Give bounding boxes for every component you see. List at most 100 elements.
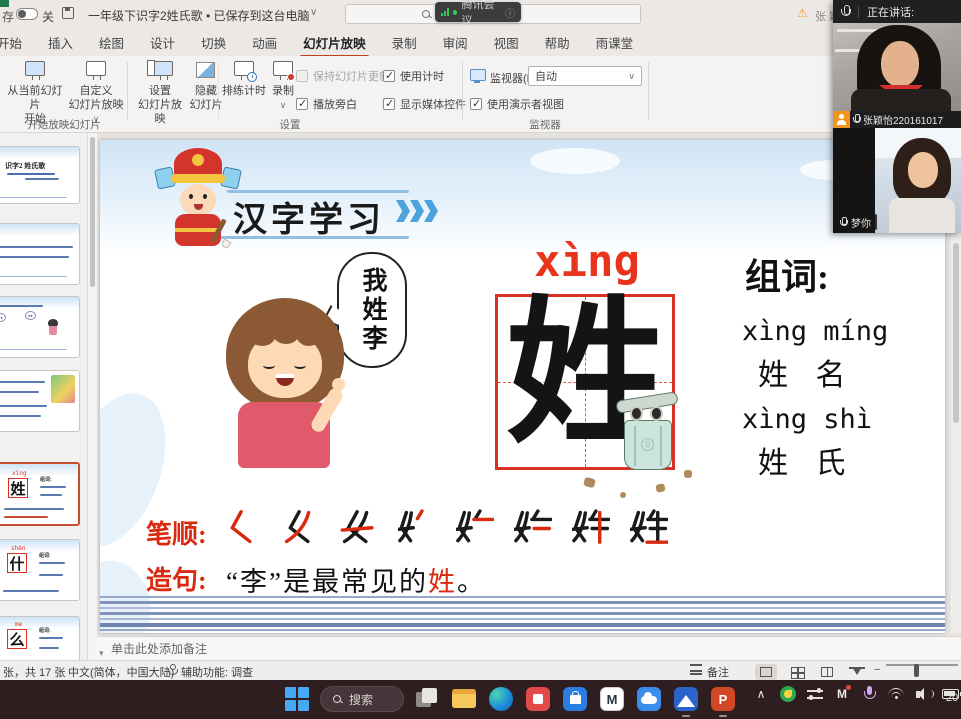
- normal-view-button[interactable]: [755, 664, 777, 680]
- accessibility-status[interactable]: 辅助功能: 调查: [181, 664, 253, 680]
- volume-icon[interactable]: [914, 685, 932, 703]
- edge-browser-button[interactable]: [487, 685, 515, 713]
- document-title[interactable]: 一年级下识字2姓氏歌 • 已保存到这台电脑: [88, 7, 310, 24]
- language-indicator[interactable]: 中文(简体，中国大陆): [68, 664, 174, 680]
- footer-stripe: [100, 623, 945, 627]
- slide-thumbnail-5-current[interactable]: xìng 姓 组词:: [0, 462, 80, 526]
- tray-expand-icon[interactable]: ∧: [752, 685, 770, 703]
- reading-view-button[interactable]: [816, 664, 838, 680]
- warning-icon[interactable]: ⚠: [797, 6, 808, 20]
- hide-slide-button[interactable]: 隐藏幻灯片: [186, 60, 226, 113]
- slide-thumbnail-2[interactable]: [0, 223, 80, 285]
- sentence-text: “李”是最常见的姓。: [226, 560, 486, 599]
- participant-video-1[interactable]: [833, 23, 961, 111]
- taskbar-clock[interactable]: 20: [946, 692, 958, 704]
- tray-m-notification-icon[interactable]: M: [833, 685, 851, 703]
- tab-record[interactable]: 录制: [379, 27, 430, 58]
- status-bar: 张，共 17 张 中文(简体，中国大陆) 辅助功能: 调查 备注 −: [0, 660, 961, 680]
- microsoft-store-button[interactable]: [561, 685, 589, 713]
- slide-thumbnail-6[interactable]: shén 什 组词:: [0, 539, 80, 601]
- tab-design[interactable]: 设计: [137, 27, 188, 58]
- meeting-panel[interactable]: 正在讲话: 张颖怡220161017 梦你: [833, 0, 961, 233]
- girl-illustration: [208, 298, 368, 478]
- tab-transitions[interactable]: 切换: [188, 27, 239, 58]
- running-indicator: [719, 715, 727, 718]
- setup-slideshow-button[interactable]: 设置幻灯片放映: [134, 60, 186, 126]
- custom-show-icon: [83, 60, 109, 82]
- ribbon: 从当前幻灯片开始 自定义幻灯片放映 ∨ 设置幻灯片放映 隐藏幻灯片 排练计时 录…: [0, 56, 961, 133]
- slide-sorter-button[interactable]: [786, 664, 808, 680]
- search-icon: [333, 695, 342, 704]
- app-store-red-button[interactable]: [524, 685, 552, 713]
- sentence-label: 造句:: [146, 560, 207, 597]
- tab-animations[interactable]: 动画: [239, 27, 290, 58]
- mountain-app-button[interactable]: [672, 685, 700, 713]
- tab-rain-classroom[interactable]: 雨课堂: [583, 27, 647, 58]
- play-narrations-checkbox[interactable]: 播放旁白: [296, 96, 357, 112]
- stroke-order-label: 笔顺:: [146, 514, 207, 551]
- powerpoint-button[interactable]: P: [709, 685, 737, 713]
- title-bar: 存 关 一年级下识字2姓氏歌 • 已保存到这台电脑 ∨ 搜索 腾讯会议 ⓘ ⚠ …: [0, 0, 961, 28]
- tab-view[interactable]: 视图: [481, 27, 532, 58]
- use-presenter-view-checkbox[interactable]: 使用演示者视图: [470, 96, 564, 112]
- tab-review[interactable]: 审阅: [430, 27, 481, 58]
- group-divider: [218, 62, 219, 120]
- tab-draw[interactable]: 绘图: [86, 27, 137, 58]
- use-timings-checkbox[interactable]: 使用计时: [383, 68, 444, 84]
- monitor-dropdown[interactable]: 自动 ∨: [528, 66, 642, 86]
- cloud-app-button[interactable]: [635, 685, 663, 713]
- thumbnail-scrollbar[interactable]: [88, 133, 97, 660]
- tray-microphone-icon[interactable]: [860, 685, 878, 703]
- record-button[interactable]: 录制∨: [266, 60, 300, 113]
- slide-thumbnail-1[interactable]: 识字2 姓氏歌: [0, 146, 80, 204]
- rehearse-timings-button[interactable]: 排练计时: [222, 60, 266, 99]
- slide-thumbnail-3[interactable]: ●● ●●: [0, 296, 80, 358]
- m-app-button[interactable]: M: [598, 685, 626, 713]
- file-explorer-button[interactable]: [450, 685, 478, 713]
- mascot-boy-illustration: [158, 146, 238, 250]
- stroke-step-3: [340, 506, 378, 548]
- monitor-dropdown-value: 自动: [535, 68, 557, 84]
- tab-home[interactable]: 开始: [0, 27, 35, 58]
- scrollbar-thumb[interactable]: [953, 243, 959, 423]
- group-label-monitors: 监视器: [500, 117, 590, 132]
- slideshow-view-button[interactable]: [846, 664, 868, 680]
- thumbnail-char: 么: [7, 629, 27, 649]
- tray-green-app-icon[interactable]: [779, 685, 797, 703]
- keep-slides-updated-checkbox[interactable]: 保持幻灯片更新: [296, 68, 390, 84]
- show-media-controls-checkbox[interactable]: 显示媒体控件: [383, 96, 466, 112]
- start-button[interactable]: [283, 685, 311, 713]
- notes-button[interactable]: 备注: [707, 664, 729, 680]
- notes-collapse-icon[interactable]: ▾: [99, 648, 104, 659]
- meeting-floating-badge[interactable]: 腾讯会议 ⓘ: [435, 2, 521, 22]
- autosave-toggle[interactable]: [16, 8, 38, 20]
- wifi-icon[interactable]: [887, 685, 905, 703]
- zoom-slider-thumb[interactable]: [914, 664, 919, 677]
- participant-figure: [889, 198, 955, 233]
- stroke-step-8: [630, 506, 668, 548]
- participant-video-2[interactable]: [875, 128, 961, 233]
- info-icon[interactable]: ⓘ: [505, 5, 515, 20]
- thumbnail-art: [0, 224, 79, 284]
- slide-canvas[interactable]: 汉字学习 我姓李 xìng 姓 S: [100, 140, 945, 633]
- thumbnail-char: 姓: [8, 478, 28, 498]
- signal-icon: [441, 8, 449, 16]
- edge-icon: [489, 687, 513, 711]
- tab-insert[interactable]: 插入: [35, 27, 86, 58]
- system-tray: ∧ M: [752, 685, 959, 703]
- tray-settings-icon[interactable]: [806, 685, 824, 703]
- scrollbar-thumb[interactable]: [90, 137, 95, 287]
- search-icon: [422, 10, 431, 19]
- zoom-out-button[interactable]: −: [874, 664, 880, 676]
- slide-thumbnail-7[interactable]: me 么 组词:: [0, 616, 80, 660]
- tab-help[interactable]: 帮助: [532, 27, 583, 58]
- zoom-slider-track[interactable]: [886, 664, 958, 666]
- slide-thumbnail-4[interactable]: [0, 370, 80, 432]
- task-view-button[interactable]: [413, 685, 441, 713]
- chevron-down-icon[interactable]: ∨: [310, 7, 317, 18]
- tab-slideshow[interactable]: 幻灯片放映: [290, 27, 379, 58]
- save-icon[interactable]: [62, 7, 74, 19]
- notes-panel[interactable]: 单击此处添加备注: [97, 636, 961, 660]
- taskbar-search[interactable]: 搜索: [320, 686, 404, 712]
- footer-stripe: [100, 601, 945, 604]
